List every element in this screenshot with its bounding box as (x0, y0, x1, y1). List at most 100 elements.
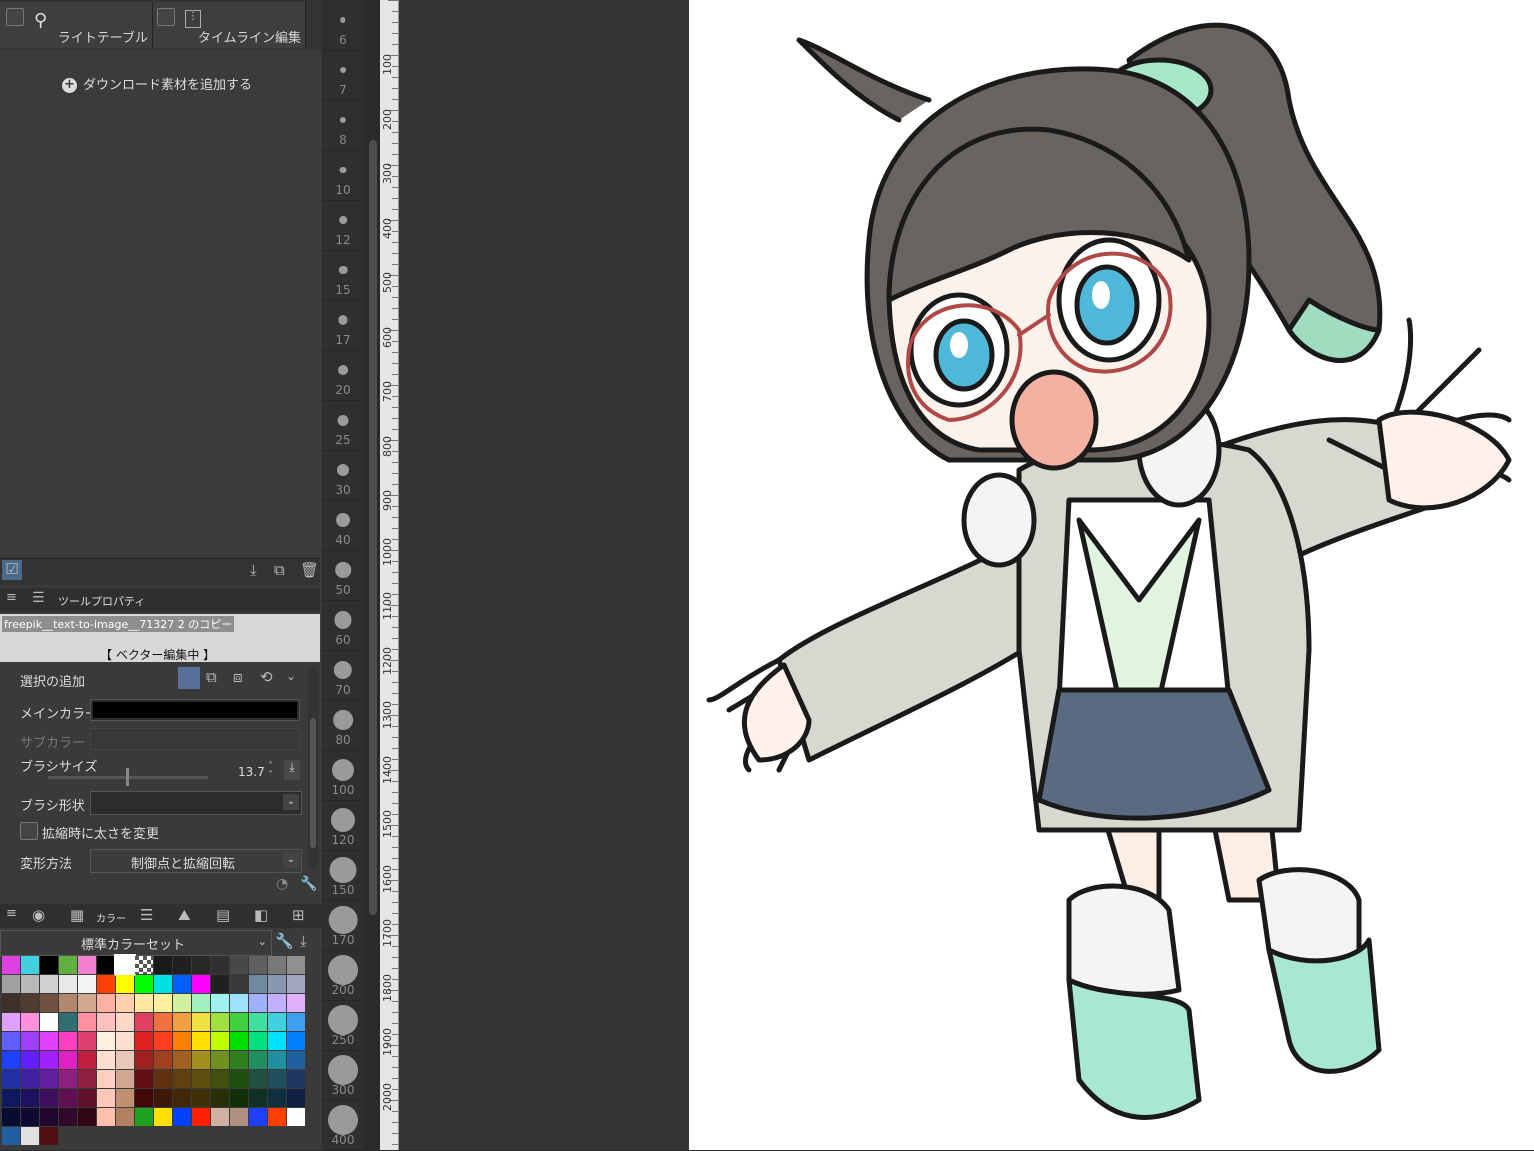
color-swatch[interactable] (154, 975, 172, 993)
wrench-icon[interactable]: 🔧 (300, 876, 317, 892)
brush-size-preset[interactable]: 300 (322, 1050, 364, 1101)
color-swatch[interactable] (173, 956, 191, 974)
color-swatch[interactable] (173, 1051, 191, 1069)
color-swatch[interactable] (59, 994, 77, 1012)
color-swatch[interactable] (230, 975, 248, 993)
color-swatch[interactable] (192, 994, 210, 1012)
color-swatch[interactable] (2, 956, 20, 974)
color-swatch[interactable] (78, 994, 96, 1012)
tool-property-scrollbar[interactable] (308, 668, 318, 868)
color-swatch[interactable] (211, 1108, 229, 1126)
drawing-canvas[interactable] (689, 0, 1534, 1150)
brush-size-preset[interactable]: 80 (322, 700, 364, 751)
color-swatch[interactable] (287, 1089, 305, 1107)
brush-size-preset[interactable]: 7 (322, 50, 364, 101)
color-swatch[interactable] (40, 1127, 58, 1145)
brush-size-down-arrow-icon[interactable]: ⤓ (284, 760, 300, 780)
add-selection-icon[interactable]: ⧉ (206, 668, 217, 686)
color-swatch[interactable] (268, 1032, 286, 1050)
color-swatch[interactable] (192, 975, 210, 993)
color-swatch[interactable] (59, 1108, 77, 1126)
brush-size-preset[interactable]: 25 (322, 400, 364, 451)
color-swatch[interactable] (287, 975, 305, 993)
color-swatch[interactable] (249, 1013, 267, 1031)
color-swatch[interactable] (2, 1089, 20, 1107)
color-swatch[interactable] (135, 1013, 153, 1031)
color-swatch[interactable] (249, 1032, 267, 1050)
color-swatch[interactable] (78, 1108, 96, 1126)
color-swatch[interactable] (230, 956, 248, 974)
tab-timeline-edit[interactable]: ⋮ タイムライン編集 (153, 2, 306, 48)
color-swatch[interactable] (97, 1108, 115, 1126)
color-swatch[interactable] (268, 1108, 286, 1126)
color-swatch[interactable] (173, 994, 191, 1012)
color-swatch[interactable] (97, 1013, 115, 1031)
brush-size-preset[interactable]: 15 (322, 250, 364, 301)
brush-size-preset[interactable]: 200 (322, 950, 364, 1001)
color-swatch[interactable] (21, 1127, 39, 1145)
color-swatch[interactable] (2, 994, 20, 1012)
color-swatch[interactable] (2, 1127, 20, 1145)
color-swatch[interactable] (2, 1013, 20, 1031)
color-swatch[interactable] (97, 1070, 115, 1088)
color-swatch[interactable] (59, 1013, 77, 1031)
color-swatch[interactable] (211, 975, 229, 993)
color-swatch[interactable] (135, 1089, 153, 1107)
color-history-icon[interactable]: ▤ (216, 906, 230, 924)
color-swatch[interactable] (249, 956, 267, 974)
brush-size-preset[interactable]: 8 (322, 100, 364, 151)
brush-size-preset[interactable]: 12 (322, 200, 364, 251)
brush-size-value[interactable]: 13.7 (238, 765, 265, 779)
color-swatch[interactable] (97, 994, 115, 1012)
color-swatch[interactable] (2, 1108, 20, 1126)
color-swatch[interactable] (211, 1089, 229, 1107)
color-swatch[interactable] (154, 1108, 172, 1126)
color-swatch[interactable] (287, 1108, 305, 1126)
color-swatch[interactable] (249, 1108, 267, 1126)
color-swatch[interactable] (154, 1089, 172, 1107)
color-swatch[interactable] (268, 1089, 286, 1107)
color-swatch[interactable] (59, 975, 77, 993)
color-swatch[interactable] (59, 1070, 77, 1088)
brush-size-preset[interactable]: 170 (322, 900, 364, 951)
color-swatch[interactable] (2, 1051, 20, 1069)
color-swatch[interactable] (249, 975, 267, 993)
color-swatch[interactable] (116, 1013, 134, 1031)
color-swatch[interactable] (173, 1032, 191, 1050)
brush-size-preset[interactable]: 10 (322, 150, 364, 201)
color-swatch[interactable] (21, 956, 39, 974)
color-swatch[interactable] (192, 1032, 210, 1050)
brush-size-preset[interactable]: 17 (322, 300, 364, 351)
main-color-field[interactable] (90, 699, 300, 721)
select-material-icon[interactable]: ☑ (2, 560, 22, 580)
wrench-icon[interactable]: 🔧 (275, 932, 294, 950)
color-swatch[interactable] (268, 1013, 286, 1031)
menu-icon[interactable]: ≡ (6, 906, 17, 921)
chevron-down-icon[interactable]: ⌄ (286, 669, 296, 683)
color-swatch[interactable] (249, 994, 267, 1012)
stepper-icon[interactable]: ˄ ˅ (268, 762, 273, 781)
intermediate-color-icon[interactable]: ☰ (140, 906, 153, 924)
color-swatch[interactable] (40, 1089, 58, 1107)
sub-view-icon[interactable]: ◧ (254, 906, 268, 924)
color-swatch[interactable] (78, 1051, 96, 1069)
color-swatch[interactable] (135, 1070, 153, 1088)
tab-light-table[interactable]: ⚲ ライトテーブル (0, 2, 153, 48)
color-swatch[interactable] (97, 1032, 115, 1050)
color-swatch[interactable] (21, 1089, 39, 1107)
brush-size-preset[interactable]: 100 (322, 750, 364, 801)
color-swatch[interactable] (192, 1013, 210, 1031)
new-selection-icon[interactable] (178, 667, 200, 689)
color-swatch[interactable] (211, 994, 229, 1012)
color-swatch[interactable] (287, 1051, 305, 1069)
color-swatch[interactable] (211, 1032, 229, 1050)
color-swatch[interactable] (59, 1032, 77, 1050)
color-swatch[interactable] (21, 1032, 39, 1050)
color-swatch[interactable] (21, 1051, 39, 1069)
color-swatch[interactable] (40, 994, 58, 1012)
color-swatch[interactable] (2, 1070, 20, 1088)
color-swatch[interactable] (173, 1013, 191, 1031)
color-swatch[interactable] (116, 1089, 134, 1107)
brush-size-preset[interactable]: 50 (322, 550, 364, 601)
color-swatch[interactable] (230, 1070, 248, 1088)
